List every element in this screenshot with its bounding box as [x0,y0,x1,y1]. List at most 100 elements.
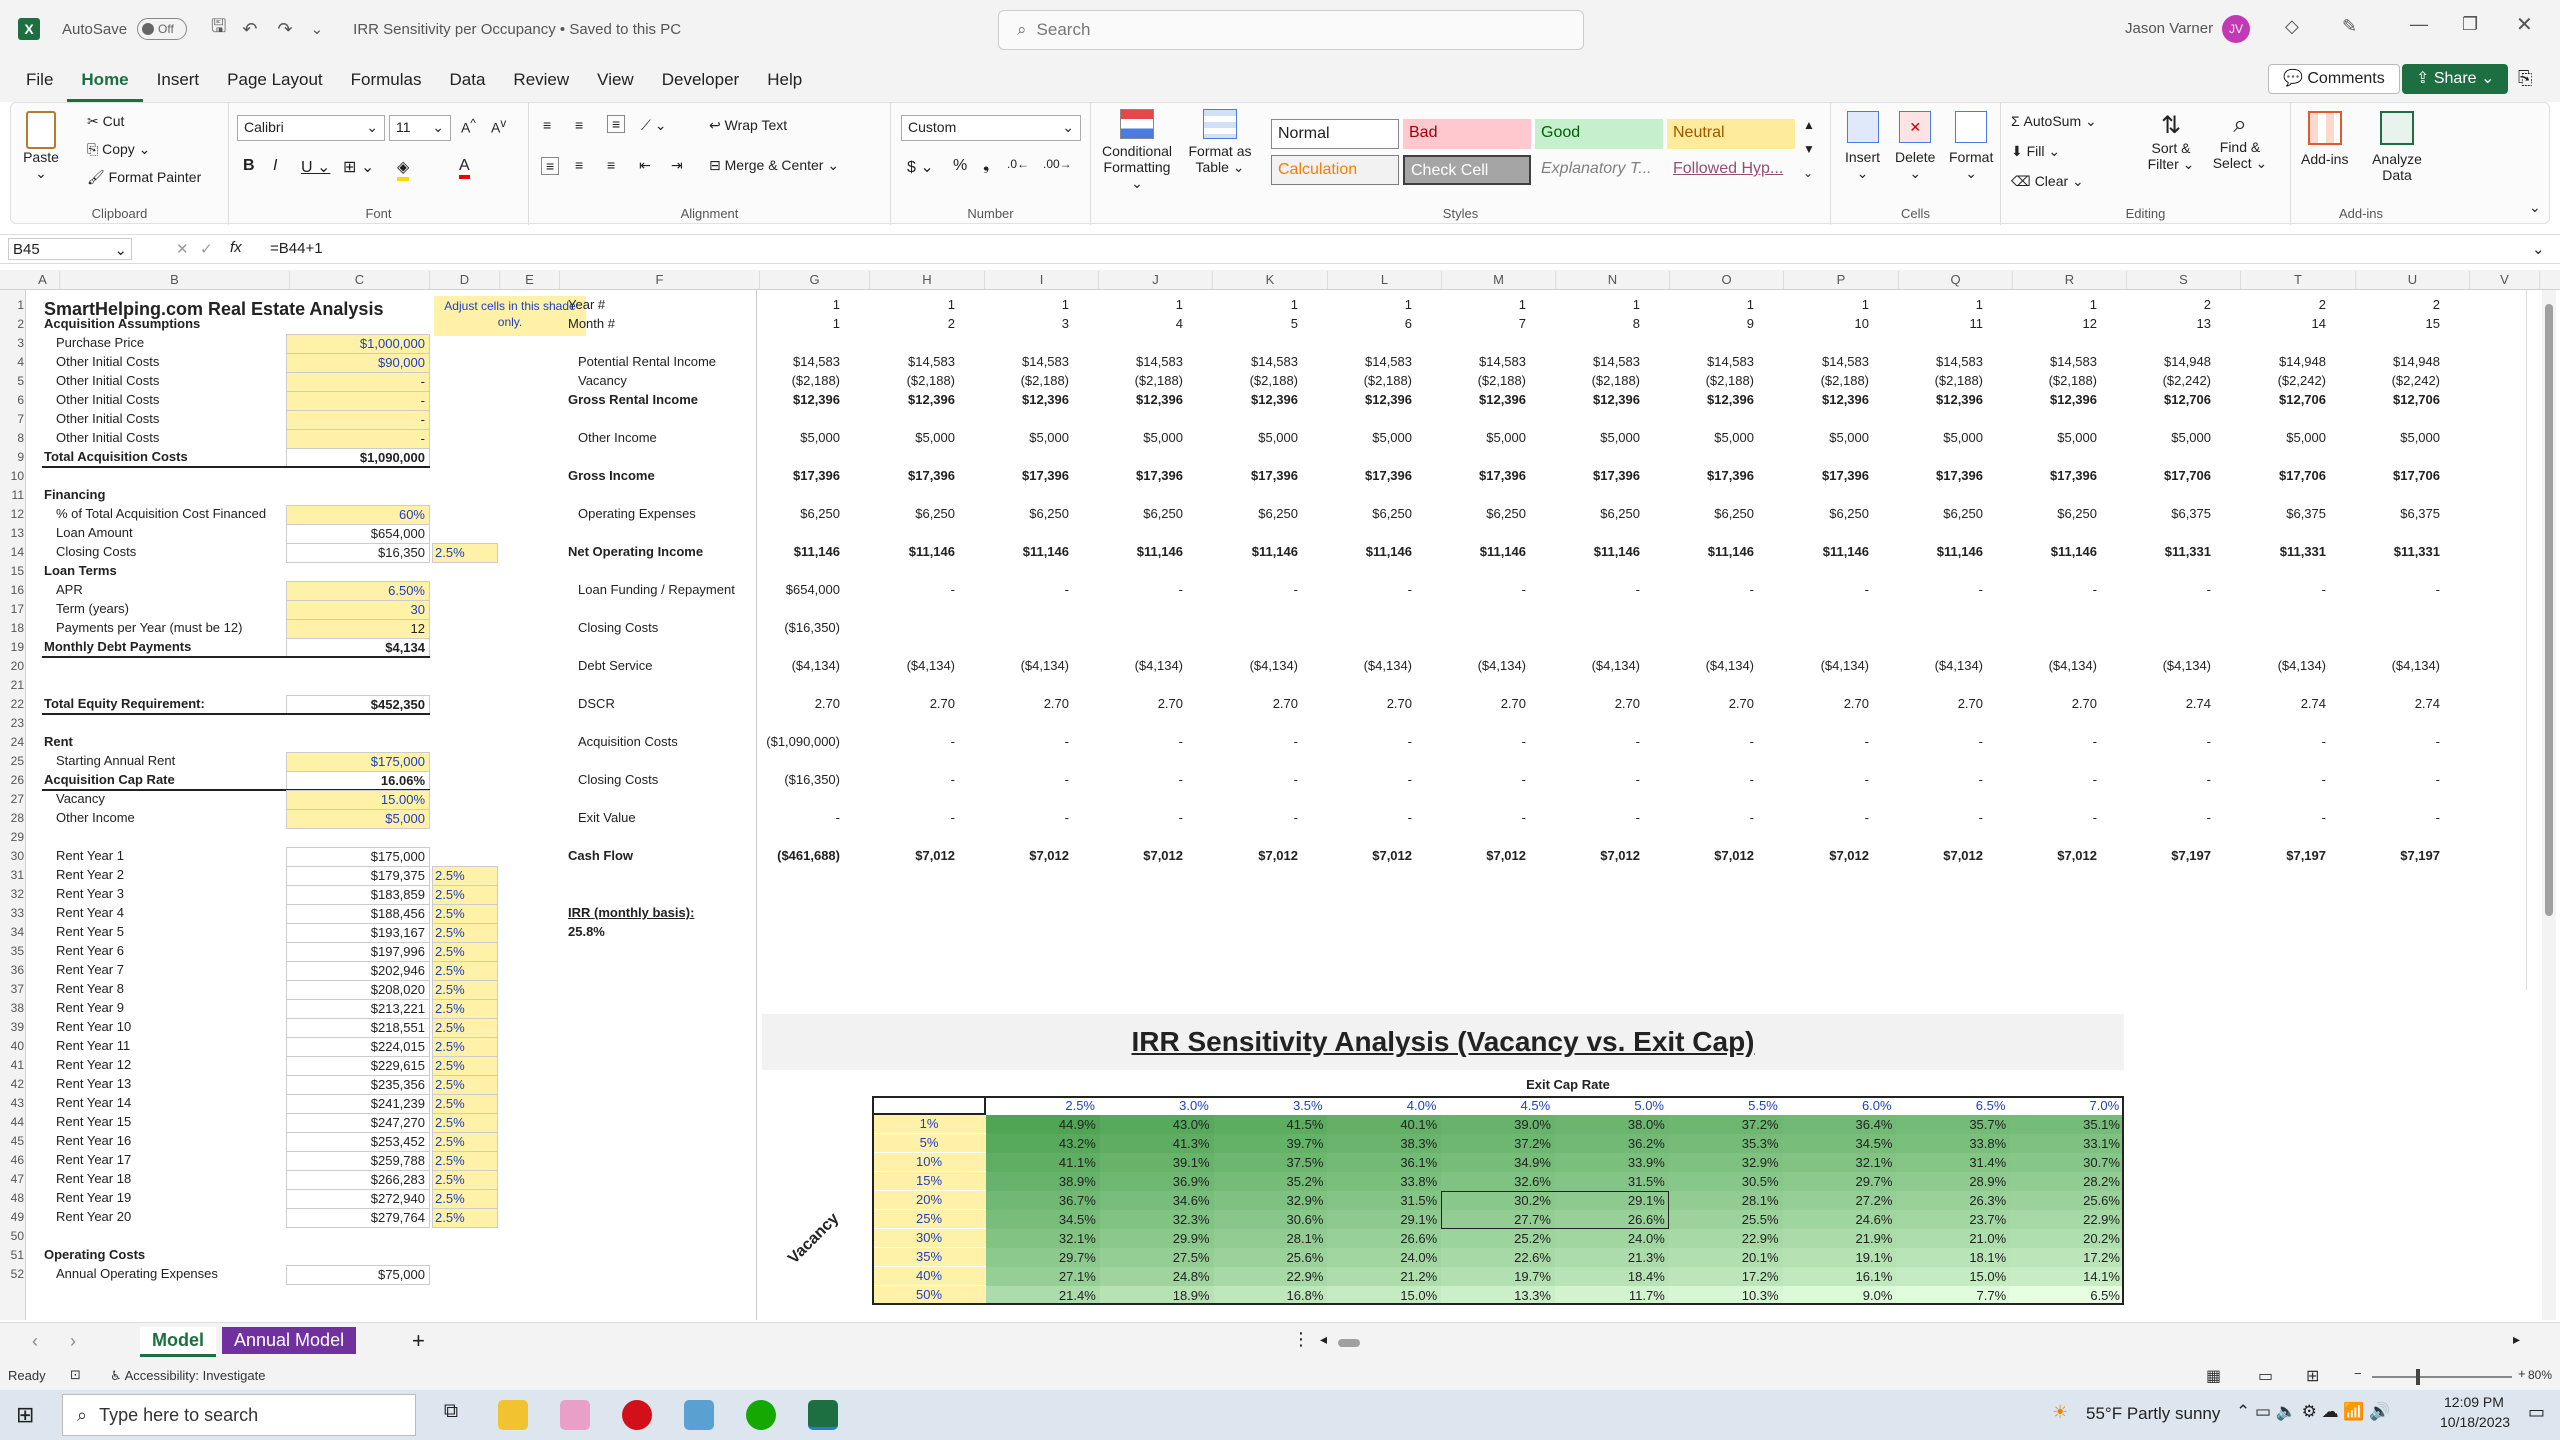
growth-rate[interactable]: 2.5% [432,1075,498,1095]
row-header[interactable]: 33 [0,904,24,922]
page-break-view-icon[interactable]: ⊞ [2306,1366,2319,1386]
cancel-icon[interactable]: ✕ [176,240,189,258]
row-header[interactable]: 46 [0,1151,24,1169]
column-header[interactable]: U [2356,271,2470,289]
task-view-icon[interactable]: ⧉ [436,1400,466,1430]
irr-sensitivity-cell[interactable]: 38.0% [1555,1115,1669,1134]
document-title[interactable]: IRR Sensitivity per Occupancy • Saved to… [353,21,681,38]
row-header[interactable]: 27 [0,790,24,808]
style-bad[interactable]: Bad [1403,119,1531,149]
find-select-button[interactable]: ⌕ Find & Select ⌄ [2207,111,2273,172]
irr-sensitivity-cell[interactable]: 25.6% [2010,1191,2124,1210]
row-header[interactable]: 2 [0,315,24,333]
growth-rate[interactable]: 2.5% [432,1151,498,1171]
irr-sensitivity-cell[interactable]: 11.7% [1555,1286,1669,1305]
column-header[interactable]: A [26,271,60,289]
bold-button[interactable]: B [243,157,255,175]
irr-sensitivity-cell[interactable]: 18.1% [1896,1248,2011,1267]
align-bottom-icon[interactable]: ≡ [607,115,626,133]
add-sheet-icon[interactable]: + [412,1328,425,1354]
growth-rate[interactable]: 2.5% [432,885,498,905]
irr-sensitivity-cell[interactable]: 43.2% [986,1134,1100,1153]
enter-icon[interactable]: ✓ [200,240,213,258]
irr-sensitivity-cell[interactable]: 44.9% [986,1115,1100,1134]
irr-sensitivity-cell[interactable]: 17.2% [1668,1267,1783,1286]
irr-sensitivity-cell[interactable]: 23.7% [1896,1210,2011,1229]
irr-sensitivity-cell[interactable]: 28.2% [2010,1172,2124,1191]
increase-indent-icon[interactable]: ⇥ [671,157,683,174]
growth-rate[interactable]: 2.5% [432,1208,498,1228]
insert-cells-button[interactable]: Insert ⌄ [1845,111,1880,182]
worksheet-grid[interactable]: SmartHelping.com Real Estate Analysis Adj… [26,290,2546,1320]
tab-home[interactable]: Home [67,58,143,102]
irr-sensitivity-cell[interactable]: 24.0% [1555,1229,1669,1248]
column-header[interactable]: H [870,271,985,289]
row-header[interactable]: 31 [0,866,24,884]
input-value[interactable]: - [286,391,430,411]
row-header[interactable]: 28 [0,809,24,827]
column-header[interactable]: N [1556,271,1670,289]
row-header[interactable]: 43 [0,1094,24,1112]
irr-sensitivity-cell[interactable]: 21.2% [1327,1267,1442,1286]
irr-sensitivity-cell[interactable]: 22.9% [1213,1267,1328,1286]
irr-sensitivity-cell[interactable]: 31.5% [1555,1172,1669,1191]
input-value[interactable]: $175,000 [286,752,430,772]
column-header[interactable]: O [1670,271,1784,289]
row-header[interactable]: 41 [0,1056,24,1074]
irr-sensitivity-cell[interactable]: 32.1% [1782,1153,1897,1172]
quick-access-dropdown-icon[interactable]: ⌄ [311,20,324,38]
growth-rate[interactable]: 2.5% [432,999,498,1019]
row-header[interactable]: 10 [0,467,24,485]
growth-rate[interactable]: 2.5% [432,866,498,886]
row-header[interactable]: 9 [0,448,24,466]
decrease-indent-icon[interactable]: ⇤ [639,157,651,174]
tab-insert[interactable]: Insert [143,58,214,102]
taskbar-search-input[interactable]: ⌕ Type here to search [62,1394,416,1436]
row-header[interactable]: 24 [0,733,24,751]
row-header[interactable]: 17 [0,600,24,618]
row-header[interactable]: 5 [0,372,24,390]
number-format-select[interactable]: Custom ⌄ [901,115,1081,141]
row-header[interactable]: 44 [0,1113,24,1131]
autosum-button[interactable]: Σ AutoSum ⌄ [2011,113,2097,130]
tab-review[interactable]: Review [499,58,583,102]
irr-sensitivity-cell[interactable]: 22.9% [2010,1210,2124,1229]
row-header[interactable]: 30 [0,847,24,865]
growth-rate[interactable]: 2.5% [432,961,498,981]
borders-icon[interactable]: ⊞ ⌄ [343,157,374,177]
addins-button[interactable]: Add-ins [2301,111,2348,167]
zoom-out-icon[interactable]: − [2354,1366,2362,1381]
growth-rate[interactable]: 2.5% [432,1132,498,1152]
restore-icon[interactable]: ❐ [2462,14,2478,35]
share-button[interactable]: ⇪ Share ⌄ [2402,64,2509,94]
row-header[interactable]: 4 [0,353,24,371]
row-header[interactable]: 8 [0,429,24,447]
row-header[interactable]: 37 [0,980,24,998]
column-header[interactable]: K [1213,271,1328,289]
growth-rate[interactable]: 2.5% [432,1056,498,1076]
irr-sensitivity-cell[interactable]: 27.1% [986,1267,1100,1286]
irr-sensitivity-cell[interactable]: 6.5% [2010,1286,2124,1305]
irr-sensitivity-cell[interactable]: 26.3% [1896,1191,2011,1210]
tab-data[interactable]: Data [436,58,500,102]
row-header[interactable]: 13 [0,524,24,542]
growth-rate[interactable]: 2.5% [432,1189,498,1209]
irr-sensitivity-cell[interactable]: 18.9% [1099,1286,1214,1305]
irr-sensitivity-cell[interactable]: 35.2% [1213,1172,1328,1191]
irr-sensitivity-cell[interactable]: 25.2% [1441,1229,1555,1248]
irr-sensitivity-cell[interactable]: 21.9% [1782,1229,1897,1248]
normal-view-icon[interactable]: ▦ [2206,1366,2221,1386]
growth-rate[interactable]: 2.5% [432,923,498,943]
align-middle-icon[interactable]: ≡ [575,117,583,133]
scroll-thumb[interactable] [2545,304,2553,916]
irr-sensitivity-cell[interactable]: 27.7% [1441,1210,1555,1229]
row-header[interactable]: 23 [0,714,24,732]
irr-sensitivity-cell[interactable]: 28.1% [1213,1229,1328,1248]
irr-sensitivity-cell[interactable]: 36.2% [1555,1134,1669,1153]
irr-sensitivity-cell[interactable]: 36.9% [1099,1172,1214,1191]
style-normal[interactable]: Normal [1271,119,1399,149]
row-header[interactable]: 34 [0,923,24,941]
irr-sensitivity-cell[interactable]: 28.9% [1896,1172,2011,1191]
irr-sensitivity-cell[interactable]: 26.6% [1555,1210,1669,1229]
irr-sensitivity-cell[interactable]: 33.8% [1896,1134,2011,1153]
